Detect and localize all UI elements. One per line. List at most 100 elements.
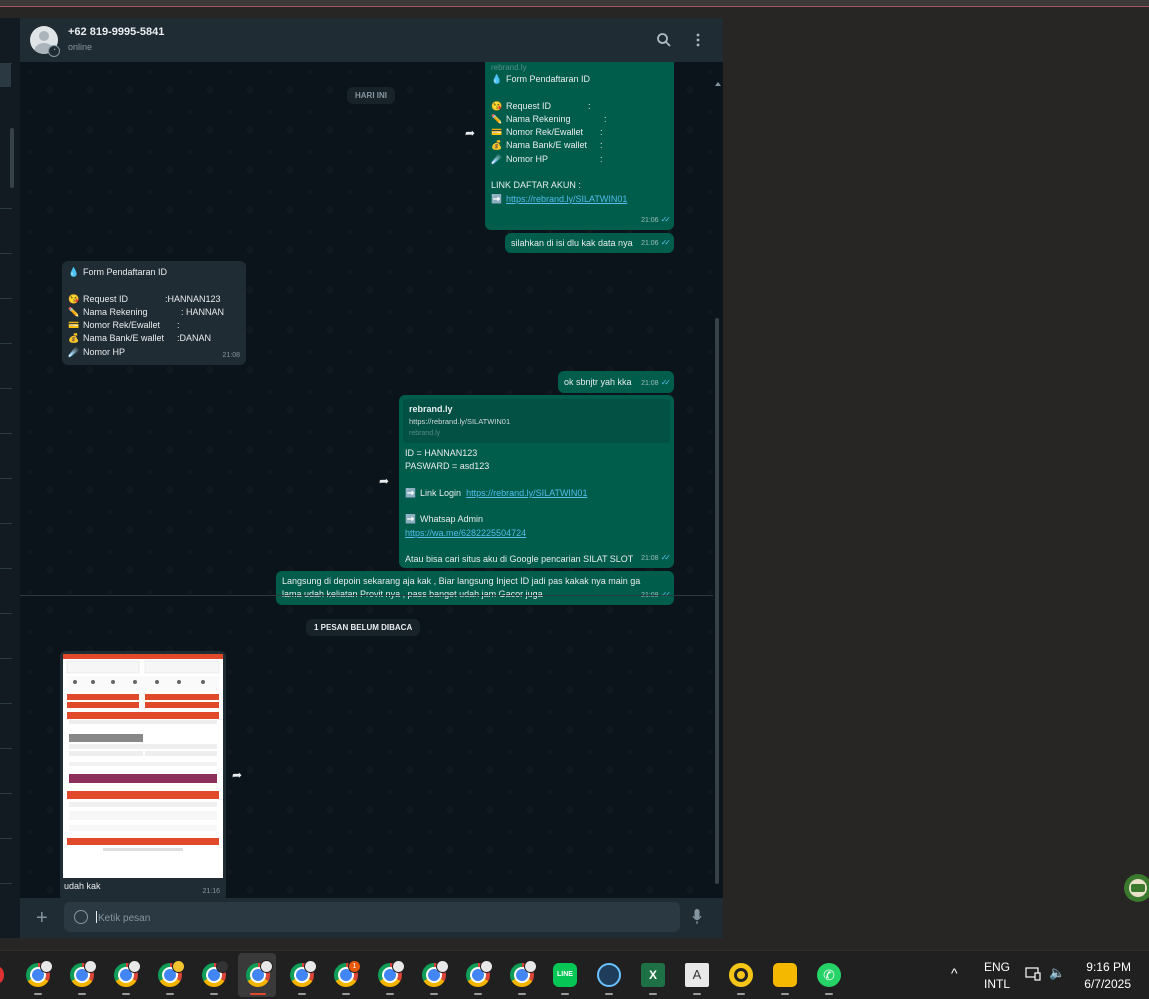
speaker-icon[interactable]: 🔈 bbox=[1049, 965, 1065, 981]
login-link[interactable]: https://rebrand.ly/SILATWIN01 bbox=[466, 488, 587, 498]
scroll-up-arrow-icon[interactable] bbox=[715, 82, 721, 86]
whatsapp-icon[interactable]: ✆ bbox=[817, 963, 841, 987]
menu-dots-icon[interactable] bbox=[692, 32, 704, 48]
chrome-icon[interactable] bbox=[290, 960, 317, 987]
field-label: Nama Rekening bbox=[83, 306, 148, 317]
field-sep: : bbox=[600, 127, 603, 138]
emoji-icon[interactable] bbox=[74, 910, 88, 924]
chrome-icon[interactable] bbox=[466, 960, 493, 987]
unread-chip: 1 PESAN BELUM DIBACA bbox=[306, 619, 421, 636]
keyboard-layout[interactable]: INTL bbox=[984, 977, 1010, 991]
field-value: :HANNAN123 bbox=[165, 293, 221, 304]
field-label: Request ID bbox=[506, 100, 552, 111]
chrome-icon[interactable] bbox=[378, 960, 405, 987]
chrome-icon[interactable] bbox=[70, 960, 97, 987]
left-scrollbar[interactable] bbox=[10, 128, 14, 188]
message-box[interactable] bbox=[64, 902, 680, 932]
chrome-icon[interactable] bbox=[26, 960, 53, 987]
link-preview[interactable]: rebrand.ly https://rebrand.ly/SILATWIN01… bbox=[403, 399, 670, 443]
date-chip: HARI INI bbox=[347, 87, 395, 104]
preview-title: rebrand.ly bbox=[409, 404, 453, 414]
field-sep: : bbox=[604, 113, 607, 124]
form-title: Form Pendaftaran ID bbox=[83, 267, 168, 277]
message-image[interactable]: udah kak 21:16 bbox=[60, 651, 226, 898]
field-sep: : bbox=[600, 140, 603, 151]
network-icon[interactable] bbox=[1025, 967, 1041, 981]
message-ok[interactable]: ok sbnjtr yah kka 21:08 ✓✓ bbox=[558, 371, 674, 393]
clock-time[interactable]: 9:16 PM bbox=[1086, 960, 1131, 974]
chevron-up-icon[interactable]: ^ bbox=[951, 965, 958, 981]
message-form-out[interactable]: rebrand.ly 💧 Form Pendaftaran ID 😘 Request… bbox=[485, 62, 674, 230]
field-label: Nama Bank/E wallet bbox=[506, 140, 588, 151]
link-heading: LINK DAFTAR AKUN : bbox=[491, 180, 581, 191]
field-value: :DANAN bbox=[177, 333, 212, 344]
forward-icon[interactable]: ➦ bbox=[375, 472, 395, 492]
robot-app-icon[interactable] bbox=[597, 963, 621, 987]
accent-line bbox=[0, 6, 1149, 7]
preview-url: https://rebrand.ly/SILATWIN01 bbox=[409, 417, 511, 426]
chat-area[interactable]: HARI INI ➦ rebrand.ly 💧 Form Pendaftaran … bbox=[20, 62, 723, 898]
card-icon: 💳 bbox=[491, 127, 503, 138]
message-input[interactable] bbox=[96, 908, 670, 928]
card-icon: 💳 bbox=[68, 320, 80, 331]
droplet-icon: 💧 bbox=[68, 267, 80, 277]
message-text: silahkan di isi dlu kak data nya bbox=[511, 238, 633, 248]
message-form-in[interactable]: 💧 Form Pendaftaran ID 😘 Request ID :HANNAN1… bbox=[62, 261, 246, 365]
font-viewer-icon[interactable]: A bbox=[685, 963, 709, 987]
microphone-icon[interactable] bbox=[692, 908, 702, 926]
read-ticks-icon: ✓✓ bbox=[660, 237, 672, 247]
excel-icon[interactable]: X bbox=[641, 963, 665, 987]
language-code[interactable]: ENG bbox=[984, 960, 1010, 974]
message-time: 21:06 ✓✓ bbox=[641, 237, 672, 247]
whatsapp-window: ◔ +62 819-9995-5841 online HARI INI ➦ re… bbox=[20, 18, 723, 938]
store-app-icon[interactable] bbox=[773, 963, 797, 987]
search-icon[interactable] bbox=[656, 32, 672, 48]
attach-plus-icon[interactable]: + bbox=[36, 908, 48, 928]
clock-date[interactable]: 6/7/2025 bbox=[1080, 977, 1131, 991]
message-deposit[interactable]: Langsung di depoin sekarang aja kak , Bi… bbox=[276, 571, 674, 605]
status-ring-icon: ◔ bbox=[48, 45, 60, 57]
floating-app-icon[interactable] bbox=[1120, 872, 1149, 904]
pencil-icon: ✏️ bbox=[68, 306, 80, 317]
whatsapp-admin-link[interactable]: https://wa.me/6282225504724 bbox=[405, 528, 526, 538]
signup-link[interactable]: https://rebrand.ly/SILATWIN01 bbox=[506, 194, 627, 204]
chat-scrollbar[interactable] bbox=[715, 318, 719, 884]
composer-bar: + bbox=[20, 898, 723, 938]
chrome-icon[interactable] bbox=[158, 960, 185, 987]
selected-chat-edge[interactable] bbox=[0, 63, 11, 87]
field-label: Nomor Rek/Ewallet bbox=[83, 320, 161, 331]
contact-status: online bbox=[68, 42, 93, 52]
unread-divider bbox=[20, 595, 713, 596]
notification-badge: 1 bbox=[348, 960, 361, 973]
droplet-icon: 💧 bbox=[491, 74, 503, 84]
screenshot-thumbnail[interactable] bbox=[63, 654, 223, 878]
ldplayer-icon[interactable] bbox=[729, 963, 753, 987]
chrome-icon[interactable] bbox=[510, 960, 537, 987]
chrome-icon[interactable] bbox=[422, 960, 449, 987]
contact-name[interactable]: +62 819-9995-5841 bbox=[68, 26, 164, 38]
field-label: Nomor Rek/Ewallet bbox=[506, 127, 584, 138]
chrome-icon[interactable]: 1 bbox=[334, 960, 361, 987]
message-time: 21:06 ✓✓ bbox=[641, 214, 671, 224]
chrome-icon[interactable] bbox=[114, 960, 141, 987]
emoji-icon: 😘 bbox=[68, 293, 80, 304]
id-line: ID = HANNAN123 bbox=[405, 448, 478, 458]
read-ticks-icon: ✓✓ bbox=[660, 552, 672, 562]
message-fill-data[interactable]: silahkan di isi dlu kak data nya 21:06 ✓✓ bbox=[505, 233, 674, 253]
field-label: Request ID bbox=[83, 293, 129, 304]
forward-icon[interactable]: ➦ bbox=[228, 766, 248, 786]
chrome-icon[interactable] bbox=[246, 960, 273, 987]
line-app-icon[interactable]: LINE bbox=[553, 963, 577, 987]
forward-icon[interactable]: ➦ bbox=[461, 124, 481, 144]
taskbar: 1 LINE X A ✆ ^ 🔈 bbox=[0, 950, 1149, 999]
field-label: Nama Rekening bbox=[506, 113, 571, 124]
search-hint: Atau bisa cari situs aku di Google penca… bbox=[405, 554, 634, 565]
field-value: : HANNAN bbox=[181, 306, 225, 317]
field-label: Nomor HP bbox=[506, 153, 549, 164]
message-login-info[interactable]: rebrand.ly https://rebrand.ly/SILATWIN01… bbox=[399, 395, 674, 568]
field-label: Nama Bank/E wallet bbox=[83, 333, 165, 344]
partial-app-icon[interactable] bbox=[0, 967, 4, 983]
form-title: Form Pendaftaran ID bbox=[506, 74, 591, 84]
chrome-icon[interactable] bbox=[202, 960, 229, 987]
left-panel-edge bbox=[0, 18, 21, 938]
